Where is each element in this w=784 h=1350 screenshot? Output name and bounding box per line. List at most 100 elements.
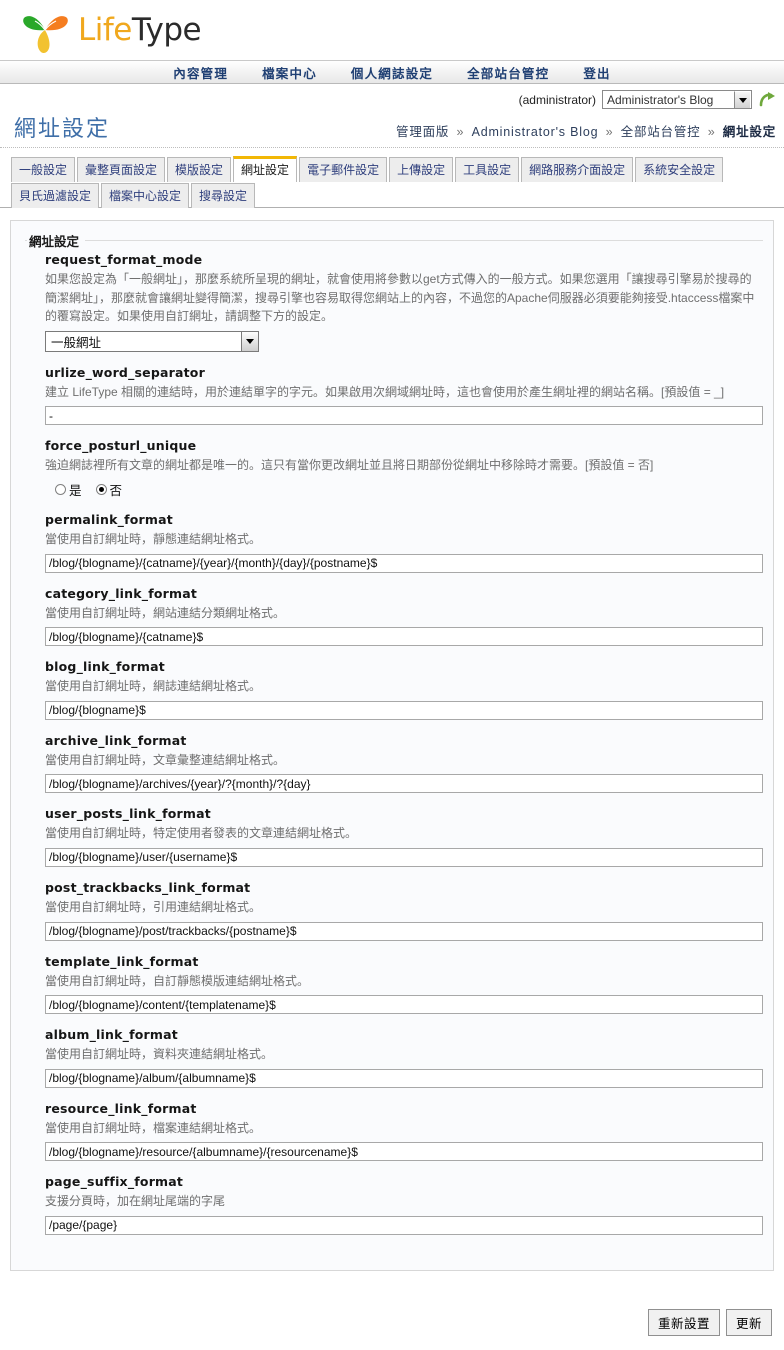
field-label: force_posturl_unique [45,438,197,454]
field-blog-link-format: blog_link_format 當使用自訂網址時，網誌連結網址格式。 [25,659,763,720]
field-permalink-format: permalink_format 當使用自訂網址時，靜態連結網址格式。 [25,512,763,573]
field-label: archive_link_format [45,732,187,748]
field-resource-link-format: resource_link_format 當使用自訂網址時，檔案連結網址格式。 [25,1101,763,1162]
field-label: user_posts_link_format [45,806,211,822]
field-label: blog_link_format [45,659,165,675]
field-description: 當使用自訂網址時，特定使用者發表的文章連結網址格式。 [45,826,358,841]
template-link-format-input[interactable] [45,995,763,1015]
tab-archive-page-settings[interactable]: 彙整頁面設定 [77,157,166,182]
field-description: 當使用自訂網址時，文章彙整連結網址格式。 [45,752,286,767]
brand-wordmark: LifeType [78,12,202,48]
blog-select[interactable]: Administrator's Blog [602,90,752,109]
field-label: post_trackbacks_link_format [45,879,251,895]
category-link-format-input[interactable] [45,627,763,647]
field-label: album_link_format [45,1027,178,1043]
nav-item-logout[interactable]: 登出 [566,63,627,82]
tab-upload-settings[interactable]: 上傳設定 [389,157,454,182]
resource-link-format-input[interactable] [45,1142,763,1162]
url-settings-section: 網址設定 request_format_mode 如果您設定為「一般網址」，那麼… [25,231,763,1248]
field-archive-link-format: archive_link_format 當使用自訂網址時，文章彙整連結網址格式。 [25,733,763,794]
radio-option-no[interactable]: 否 [95,480,123,499]
nav-item-content-management[interactable]: 內容管理 [156,63,245,82]
field-label: permalink_format [45,511,173,527]
tab-email-settings[interactable]: 電子郵件設定 [299,157,388,182]
app-header: LifeType [0,0,784,60]
radio-option-yes[interactable]: 是 [55,480,82,499]
field-description: 強迫網誌裡所有文章的網址都是唯一的。這只有當你更改網址並且將日期部份從網址中移除… [45,458,654,473]
field-request-format-mode: request_format_mode 如果您設定為「一般網址」，那麼系統所呈現… [25,252,763,352]
breadcrumb-separator: » [707,125,716,139]
breadcrumb-separator: » [456,125,465,139]
field-description: 當使用自訂網址時，檔案連結網址格式。 [45,1120,262,1135]
field-label: category_link_format [45,585,198,601]
archive-link-format-input[interactable] [45,774,763,794]
radio-circle-icon[interactable] [55,483,66,495]
field-force-posturl-unique: force_posturl_unique 強迫網誌裡所有文章的網址都是唯一的。這… [25,438,763,499]
nav-item-site-admin[interactable]: 全部站台管控 [450,63,566,82]
tab-general-settings[interactable]: 一般設定 [11,157,76,182]
page-suffix-format-input[interactable] [45,1215,763,1235]
field-label: request_format_mode [45,252,203,267]
blog-link-format-input[interactable] [45,700,763,720]
radio-label: 否 [109,483,123,498]
section-legend: 網址設定 [29,235,80,249]
field-label: template_link_format [45,953,199,969]
tab-web-service-settings[interactable]: 網路服務介面設定 [521,157,634,182]
field-post-trackbacks-link-format: post_trackbacks_link_format 當使用自訂網址時，引用連… [25,880,763,941]
radio-circle-icon[interactable] [95,483,107,495]
tab-bayesian-filter-settings[interactable]: 貝氏過濾設定 [11,183,100,208]
current-username: (administrator) [518,92,596,107]
field-page-suffix-format: page_suffix_format 支援分頁時，加在網址尾端的字尾 [25,1174,763,1235]
field-label: resource_link_format [45,1100,197,1116]
field-description: 如果您設定為「一般網址」，那麼系統所呈現的網址，就會使用將參數以get方式傳入的… [45,272,755,324]
permalink-format-input[interactable] [45,553,763,573]
urlize-word-separator-input[interactable] [45,406,763,426]
settings-panel: 網址設定 request_format_mode 如果您設定為「一般網址」，那麼… [10,220,774,1271]
field-description: 當使用自訂網址時，網誌連結網址格式。 [45,679,262,694]
field-description: 當使用自訂網址時，引用連結網址格式。 [45,899,262,914]
breadcrumb-item-current: 網址設定 [722,125,776,139]
field-category-link-format: category_link_format 當使用自訂網址時，網站連結分類網址格式… [25,586,763,647]
field-description: 當使用自訂網址時，靜態連結網址格式。 [45,531,262,546]
chevron-down-icon [241,331,258,351]
update-button[interactable]: 更新 [725,1308,772,1336]
breadcrumb-item-admin-panel[interactable]: 管理面版 [396,125,449,139]
nav-item-blog-settings[interactable]: 個人網誌設定 [334,63,450,82]
field-album-link-format: album_link_format 當使用自訂網址時，資料夾連結網址格式。 [25,1027,763,1088]
chevron-down-icon [734,91,750,108]
select-value: 一般網址 [51,335,102,350]
tab-tool-settings[interactable]: 工具設定 [455,157,520,182]
field-description: 支援分頁時，加在網址尾端的字尾 [45,1194,226,1209]
field-template-link-format: template_link_format 當使用自訂網址時，自訂靜態模版連結網址… [25,954,763,1015]
breadcrumb-item-blog[interactable]: Administrator's Blog [472,125,599,139]
tab-search-settings[interactable]: 搜尋設定 [191,183,256,208]
album-link-format-input[interactable] [45,1068,763,1088]
tab-security-settings[interactable]: 系統安全設定 [635,157,724,182]
tab-file-center-settings[interactable]: 檔案中心設定 [101,183,190,208]
field-description: 當使用自訂網址時，資料夾連結網址格式。 [45,1047,274,1062]
three-leaf-icon [20,4,72,56]
force-posturl-unique-radio-group: 是 否 [45,480,763,499]
page-title-row: 網址設定 管理面版 » Administrator's Blog » 全部站台管… [0,111,784,148]
field-description: 建立 LifeType 相關的連結時，用於連結單字的字元。如果啟用次網域網址時，… [45,384,725,399]
field-label: page_suffix_format [45,1174,184,1190]
brand-life: Life [78,12,132,48]
field-label: urlize_word_separator [45,364,205,380]
blog-select-value: Administrator's Blog [607,92,714,107]
field-description: 當使用自訂網址時，自訂靜態模版連結網址格式。 [45,973,310,988]
reset-button[interactable]: 重新設置 [647,1308,720,1336]
breadcrumb-item-site-admin[interactable]: 全部站台管控 [621,125,701,139]
user-posts-link-format-input[interactable] [45,847,763,867]
tab-template-settings[interactable]: 模版設定 [167,157,232,182]
field-user-posts-link-format: user_posts_link_format 當使用自訂網址時，特定使用者發表的… [25,806,763,867]
main-navigation: 內容管理 檔案中心 個人網誌設定 全部站台管控 登出 [0,60,784,84]
form-actions: 重新設置 更新 [0,1271,784,1350]
request-format-mode-select[interactable]: 一般網址 [45,330,259,352]
tab-url-settings[interactable]: 網址設定 [233,156,298,182]
green-curved-arrow-icon[interactable] [758,91,776,109]
blog-selector-bar: (administrator) Administrator's Blog [0,84,784,111]
field-description: 當使用自訂網址時，網站連結分類網址格式。 [45,605,286,620]
breadcrumb: 管理面版 » Administrator's Blog » 全部站台管控 » 網… [396,121,776,143]
post-trackbacks-link-format-input[interactable] [45,921,763,941]
nav-item-file-center[interactable]: 檔案中心 [245,63,334,82]
